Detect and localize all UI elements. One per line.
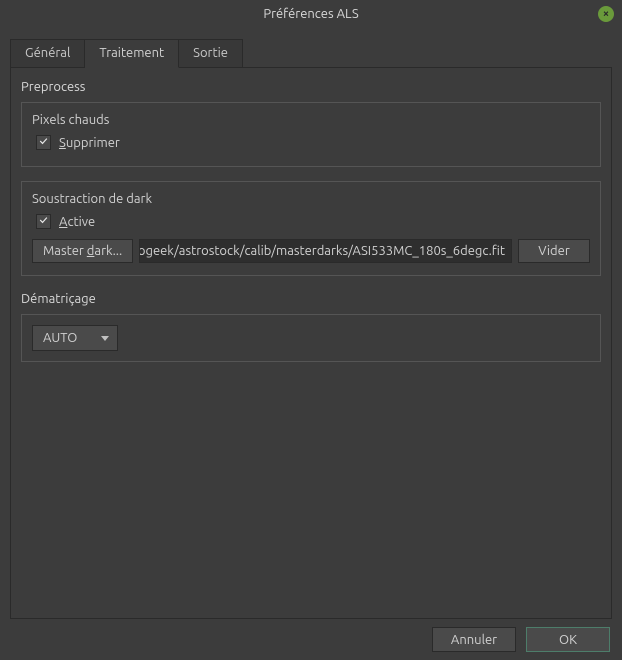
cancel-button[interactable]: Annuler bbox=[432, 627, 516, 652]
tabstrip: Général Traitement Sortie bbox=[10, 38, 612, 67]
dark-active-row: ✓ Active bbox=[36, 214, 590, 229]
section-heading-preprocess: Preprocess bbox=[21, 80, 601, 94]
tab-panel-processing: Preprocess Pixels chauds ✓ Supprimer Sou… bbox=[10, 67, 612, 619]
ok-button[interactable]: OK bbox=[526, 627, 610, 652]
preferences-dialog: Préférences ALS × Général Traitement Sor… bbox=[0, 0, 622, 660]
titlebar: Préférences ALS × bbox=[0, 0, 622, 28]
tab-label: Sortie bbox=[193, 46, 228, 60]
hot-pixels-remove-label: Supprimer bbox=[59, 136, 120, 150]
button-label: Annuler bbox=[451, 633, 497, 647]
tab-general[interactable]: Général bbox=[10, 39, 85, 68]
select-value: AUTO bbox=[43, 331, 77, 345]
tab-processing[interactable]: Traitement bbox=[85, 39, 179, 68]
dark-path-row: Master dark... ogeek/astrostock/calib/ma… bbox=[32, 239, 590, 263]
path-text: ogeek/astrostock/calib/masterdarks/ASI53… bbox=[139, 244, 505, 258]
button-label: Master dark... bbox=[43, 244, 122, 258]
master-dark-path-field[interactable]: ogeek/astrostock/calib/masterdarks/ASI53… bbox=[139, 239, 512, 263]
master-dark-browse-button[interactable]: Master dark... bbox=[32, 239, 133, 263]
group-heading: Pixels chauds bbox=[32, 113, 590, 127]
button-label: Vider bbox=[538, 244, 570, 258]
group-heading: Soustraction de dark bbox=[32, 192, 590, 206]
check-icon: ✓ bbox=[40, 137, 48, 148]
chevron-down-icon bbox=[101, 336, 109, 341]
hot-pixels-remove-row: ✓ Supprimer bbox=[36, 135, 590, 150]
dark-active-label: Active bbox=[59, 215, 95, 229]
spacer bbox=[21, 376, 601, 606]
tab-label: Général bbox=[25, 46, 70, 60]
dark-active-checkbox[interactable]: ✓ bbox=[36, 214, 51, 229]
tab-output[interactable]: Sortie bbox=[179, 39, 243, 68]
close-icon: × bbox=[603, 9, 609, 20]
close-button[interactable]: × bbox=[598, 6, 614, 22]
section-heading-debayer: Dématriçage bbox=[21, 292, 601, 306]
dialog-footer: Annuler OK bbox=[10, 619, 612, 652]
window-title: Préférences ALS bbox=[263, 7, 358, 21]
debayer-pattern-select[interactable]: AUTO bbox=[32, 325, 118, 351]
group-dark-subtraction: Soustraction de dark ✓ Active Master dar… bbox=[21, 181, 601, 276]
hot-pixels-remove-checkbox[interactable]: ✓ bbox=[36, 135, 51, 150]
client-area: Général Traitement Sortie Preprocess Pix… bbox=[0, 28, 622, 660]
clear-dark-button[interactable]: Vider bbox=[518, 239, 590, 263]
group-hot-pixels: Pixels chauds ✓ Supprimer bbox=[21, 102, 601, 167]
button-label: OK bbox=[559, 633, 577, 647]
check-icon: ✓ bbox=[40, 216, 48, 227]
group-debayer: AUTO bbox=[21, 314, 601, 362]
tab-label: Traitement bbox=[99, 46, 164, 60]
